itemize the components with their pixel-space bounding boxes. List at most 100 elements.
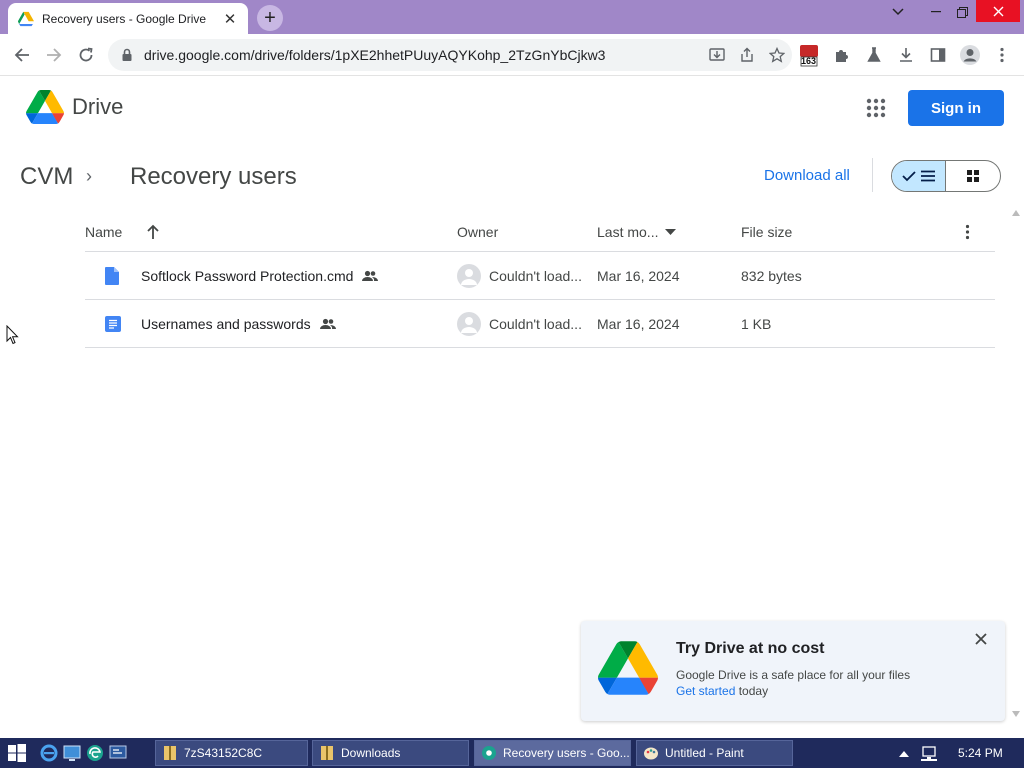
browser-menu-icon[interactable]: [990, 43, 1014, 67]
side-panel-icon[interactable]: [926, 43, 950, 67]
file-name[interactable]: Softlock Password Protection.cmd: [141, 268, 353, 284]
table-row[interactable]: Softlock Password Protection.cmd Couldn'…: [85, 252, 995, 300]
forward-arrow-icon[interactable]: [42, 43, 66, 67]
taskbar-item-label: Untitled - Paint: [665, 746, 744, 760]
taskbar-item-7zip[interactable]: 7zS43152C8C: [155, 740, 308, 766]
profile-avatar-icon[interactable]: [958, 43, 982, 67]
tab-title: Recovery users - Google Drive: [42, 11, 207, 26]
table-row[interactable]: Usernames and passwords Couldn't load...…: [85, 300, 995, 348]
labs-flask-icon[interactable]: [862, 43, 886, 67]
file-type-icon: [105, 252, 119, 300]
check-icon: [901, 171, 916, 182]
google-drive-logo-icon: [26, 90, 64, 124]
paint-palette-icon: [644, 747, 658, 760]
window-minimize-icon[interactable]: [924, 0, 948, 24]
google-apps-grid-icon[interactable]: [862, 94, 890, 122]
share-icon[interactable]: [732, 43, 762, 67]
list-icon: [920, 170, 935, 182]
column-header-name[interactable]: Name: [85, 224, 122, 240]
extensions-puzzle-icon[interactable]: [830, 43, 854, 67]
browser-tab-active[interactable]: Recovery users - Google Drive ✕: [8, 3, 248, 34]
sort-dropdown-caret-icon[interactable]: [665, 229, 676, 235]
file-name-cell: Usernames and passwords: [141, 300, 337, 348]
google-drive-favicon-icon: [18, 11, 34, 26]
install-app-icon[interactable]: [702, 43, 732, 67]
shared-people-icon: [362, 270, 379, 281]
file-name-cell: Softlock Password Protection.cmd: [141, 252, 379, 300]
sort-ascending-arrow-icon[interactable]: [146, 224, 160, 240]
promo-close-icon[interactable]: [975, 633, 987, 645]
get-started-link[interactable]: Get started: [676, 684, 735, 698]
new-tab-button[interactable]: +: [257, 5, 283, 31]
breadcrumb-current-folder: Recovery users: [130, 163, 297, 190]
owner-cell: Couldn't load...: [457, 300, 582, 348]
taskbar-item-chrome[interactable]: Recovery users - Goo...: [474, 740, 631, 766]
file-size-cell: 832 bytes: [741, 268, 802, 284]
taskbar-item-paint[interactable]: Untitled - Paint: [636, 740, 793, 766]
column-header-last-modified[interactable]: Last mo...: [597, 224, 658, 240]
system-clock[interactable]: 5:24 PM: [958, 738, 1003, 768]
drive-brand-text: Drive: [72, 94, 124, 119]
breadcrumb-root[interactable]: CVM: [20, 163, 73, 191]
list-view-button[interactable]: [892, 161, 947, 191]
tray-show-hidden-icon[interactable]: [899, 750, 909, 758]
back-arrow-icon[interactable]: [10, 43, 34, 67]
file-name[interactable]: Usernames and passwords: [141, 316, 311, 332]
scroll-up-arrow-icon[interactable]: [1012, 210, 1020, 216]
owner-avatar-icon: [457, 312, 481, 336]
more-options-vertical-icon[interactable]: [965, 224, 970, 240]
scroll-down-arrow-icon[interactable]: [1012, 711, 1020, 717]
taskbar-item-label: Recovery users - Goo...: [503, 746, 630, 760]
folder-zip-icon: [164, 746, 176, 760]
browser-tab-strip: Recovery users - Google Drive ✕ +: [0, 0, 1024, 34]
extension-163-icon[interactable]: 163: [797, 43, 821, 67]
promo-cta-suffix: today: [735, 684, 769, 698]
edge-browser-icon[interactable]: [86, 744, 104, 762]
reload-icon[interactable]: [74, 43, 98, 67]
downloads-icon[interactable]: [894, 43, 918, 67]
column-header-owner[interactable]: Owner: [457, 224, 498, 240]
chrome-app-icon: [482, 746, 496, 760]
network-icon[interactable]: [920, 745, 938, 763]
owner-avatar-icon: [457, 264, 481, 288]
tab-search-chevron-icon[interactable]: [884, 0, 912, 24]
promo-cta-line: Get started today: [676, 684, 768, 698]
windows-taskbar: 7zS43152C8C Downloads Recovery users - G…: [0, 738, 1024, 768]
last-modified-cell: Mar 16, 2024: [597, 316, 680, 332]
owner-cell: Couldn't load...: [457, 252, 582, 300]
try-drive-promo-card: Try Drive at no cost Google Drive is a s…: [581, 621, 1005, 721]
toolbar-divider: [872, 158, 873, 192]
shared-people-icon: [319, 318, 336, 329]
promo-body: Google Drive is a safe place for all you…: [676, 668, 911, 682]
row-divider: [85, 347, 995, 348]
extension-badge: 163: [801, 56, 817, 66]
url-text: drive.google.com/drive/folders/1pXE2hhet…: [144, 47, 606, 63]
view-toggle: [891, 160, 1001, 192]
internet-explorer-icon[interactable]: [40, 744, 58, 762]
sign-in-button[interactable]: Sign in: [908, 90, 1004, 126]
taskbar-item-label: Downloads: [341, 746, 401, 760]
file-size-cell: 1 KB: [741, 316, 772, 332]
desktop-icon[interactable]: [63, 744, 81, 762]
window-restore-icon[interactable]: [950, 0, 974, 24]
taskbar-item-label: 7zS43152C8C: [184, 746, 263, 760]
windows-start-icon[interactable]: [8, 744, 26, 762]
address-bar[interactable]: drive.google.com/drive/folders/1pXE2hhet…: [108, 39, 792, 71]
last-modified-cell: Mar 16, 2024: [597, 268, 680, 284]
grid-icon: [967, 170, 979, 182]
owner-text: Couldn't load...: [489, 268, 582, 284]
remote-desktop-icon[interactable]: [109, 744, 127, 762]
browser-toolbar: drive.google.com/drive/folders/1pXE2hhet…: [0, 34, 1024, 76]
tab-close-icon[interactable]: ✕: [222, 10, 238, 28]
owner-text: Couldn't load...: [489, 316, 582, 332]
grid-view-button[interactable]: [946, 161, 1000, 191]
google-docs-icon: [105, 300, 121, 348]
google-drive-logo-icon: [598, 641, 658, 695]
download-all-button[interactable]: Download all: [764, 167, 850, 184]
window-close-icon[interactable]: [976, 0, 1020, 22]
taskbar-item-downloads[interactable]: Downloads: [312, 740, 469, 766]
column-header-file-size[interactable]: File size: [741, 224, 792, 240]
lock-icon: [122, 48, 132, 61]
breadcrumb-chevron-icon: ›: [86, 166, 92, 186]
bookmark-star-icon[interactable]: [762, 43, 792, 67]
